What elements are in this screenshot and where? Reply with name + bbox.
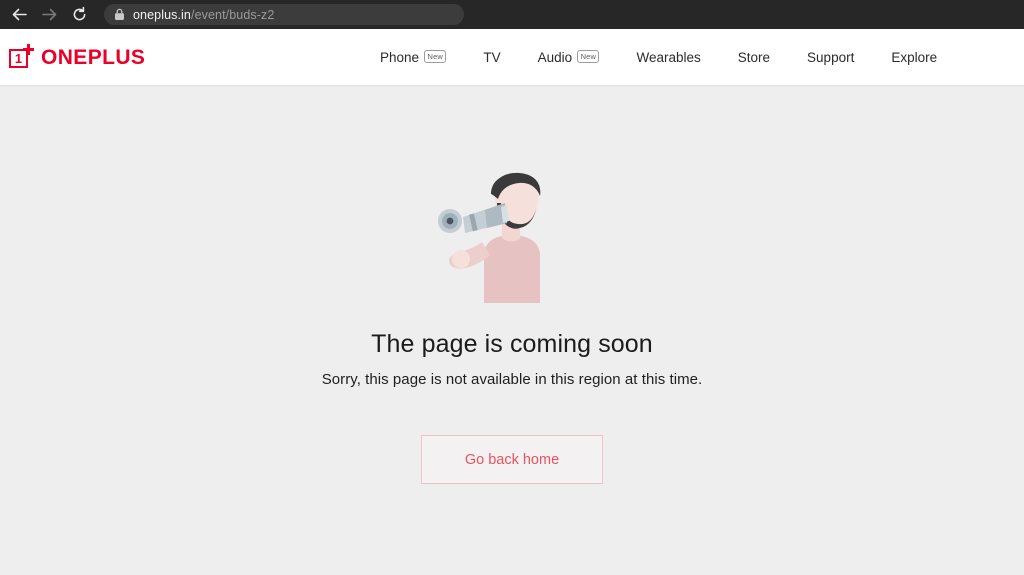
page-subtitle: Sorry, this page is not available in thi… [321,371,703,388]
page-content: The page is coming soon Sorry, this page… [0,85,1024,575]
main-navigation: Phone New TV Audio New Wearables Store S… [380,29,937,85]
nav-item-audio[interactable]: Audio New [537,49,600,65]
back-button[interactable] [4,0,34,29]
nav-label: TV [483,49,501,65]
forward-button[interactable] [34,0,64,29]
site-header: 1 ONEPLUS Phone New TV Audio New Wearabl… [0,29,1024,85]
nav-item-wearables[interactable]: Wearables [636,50,700,65]
nav-label: Phone [380,49,420,65]
new-badge: New [577,49,600,63]
forward-arrow-icon [41,6,58,23]
oneplus-logo-mark-icon: 1 [8,43,36,71]
nav-item-tv[interactable]: TV [483,50,500,65]
back-arrow-icon [11,6,28,23]
oneplus-logo[interactable]: 1 ONEPLUS [0,43,145,71]
nav-label: Support [807,49,855,65]
nav-item-explore[interactable]: Explore [891,50,937,65]
new-badge: New [424,49,447,63]
nav-label: Store [737,49,771,65]
nav-item-store[interactable]: Store [738,50,770,65]
nav-label: Explore [891,49,938,65]
url-domain: oneplus.in [133,7,191,22]
reload-icon [71,6,88,23]
url-path: /event/buds-z2 [191,7,275,22]
nav-label: Audio [537,49,573,65]
man-with-telescope-illustration [427,163,597,313]
go-back-home-button[interactable]: Go back home [421,435,603,484]
nav-item-phone[interactable]: Phone New [380,49,447,65]
address-bar[interactable]: oneplus.in/event/buds-z2 [104,4,464,25]
lock-icon [114,8,125,21]
nav-item-support[interactable]: Support [807,50,854,65]
nav-label: Wearables [636,49,701,65]
browser-toolbar: oneplus.in/event/buds-z2 [0,0,1024,29]
brand-name: ONEPLUS [41,45,146,69]
reload-button[interactable] [64,0,94,29]
logo-plus-icon [23,44,35,56]
page-title: The page is coming soon [371,330,653,358]
